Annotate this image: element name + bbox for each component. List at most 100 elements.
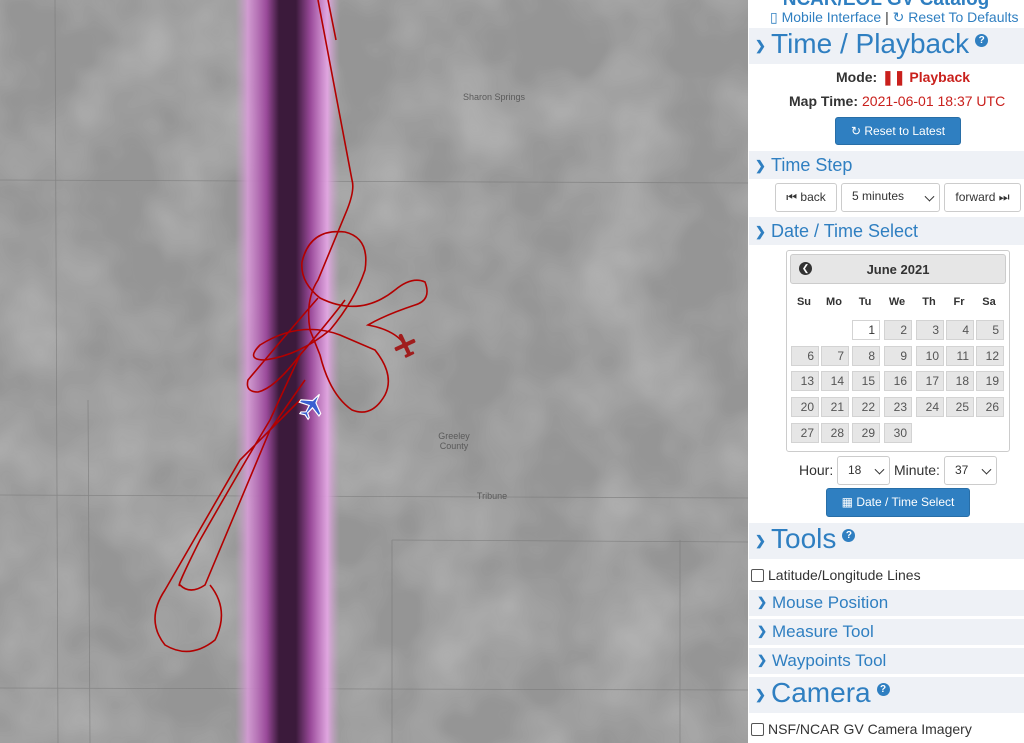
calendar-day[interactable]: 5 [976, 320, 1004, 340]
date-time-select-button[interactable]: ▦ Date / Time Select [826, 488, 970, 517]
map-label-greeley: Greeley [438, 431, 470, 441]
step-forward-button[interactable]: forward ⏭ [944, 183, 1021, 212]
calendar-day[interactable]: 7 [821, 346, 849, 366]
help-icon[interactable]: ? [842, 528, 856, 542]
time-step-select[interactable]: 5 minutes [841, 183, 940, 212]
weekday-0: Su [796, 296, 812, 308]
calendar-day[interactable]: 9 [884, 346, 912, 366]
calendar-day[interactable]: 21 [821, 397, 849, 417]
calendar-day[interactable]: 8 [852, 346, 880, 366]
calendar-day[interactable]: 3 [916, 320, 944, 340]
mobile-interface-link[interactable]: Mobile Interface [782, 9, 882, 25]
mouse-position-header[interactable]: ❯ Mouse Position [749, 590, 1024, 616]
latlon-label: Latitude/Longitude Lines [768, 567, 921, 583]
tools-title: Tools [771, 523, 837, 554]
reset-to-latest-label: Reset to Latest [864, 124, 946, 138]
measure-tool-header[interactable]: ❯ Measure Tool [749, 619, 1024, 645]
date-select-header[interactable]: ❯ Date / Time Select [749, 217, 1024, 245]
latlon-checkbox[interactable] [751, 569, 764, 582]
step-back-icon: ⏮ [786, 190, 798, 204]
help-icon[interactable]: ? [975, 33, 989, 47]
weekday-4: Th [922, 296, 936, 308]
time-step-header[interactable]: ❯ Time Step [749, 151, 1024, 179]
calendar-day[interactable]: 28 [821, 423, 849, 443]
mouse-position-title: Mouse Position [772, 593, 889, 612]
date-select-title: Date / Time Select [771, 221, 919, 241]
chevron-right-icon: ❯ [757, 624, 768, 638]
map-label-sharon-springs: Sharon Springs [462, 92, 526, 102]
chevron-down-icon: ❯ [755, 687, 766, 702]
step-back-label: back [800, 190, 826, 204]
calendar-day[interactable]: 10 [916, 346, 944, 366]
waypoints-tool-title: Waypoints Tool [772, 651, 887, 670]
measure-tool-title: Measure Tool [772, 622, 874, 641]
minute-select[interactable]: 37 [944, 456, 997, 485]
date-time-select-label: Date / Time Select [856, 495, 955, 509]
weekday-2: Tu [858, 296, 872, 308]
calendar-day[interactable]: 13 [791, 371, 819, 391]
waypoints-tool-header[interactable]: ❯ Waypoints Tool [749, 648, 1024, 674]
calendar-day[interactable]: 19 [976, 371, 1004, 391]
calendar-day[interactable]: 17 [916, 371, 944, 391]
camera-imagery-label: NSF/NCAR GV Camera Imagery [768, 721, 972, 737]
minute-value: 37 [955, 463, 969, 477]
calendar-month: June 2021 [866, 262, 930, 277]
calendar-day[interactable]: 4 [946, 320, 974, 340]
calendar-day[interactable]: 11 [946, 346, 974, 366]
top-links: ▯ Mobile Interface | ↻ Reset To Defaults [770, 9, 1019, 26]
calendar-day[interactable]: 22 [852, 397, 880, 417]
calendar-icon: ▦ [841, 495, 853, 509]
weekday-3: We [888, 296, 906, 308]
map-view[interactable]: Sharon Springs Greeley County Tribune [0, 0, 748, 743]
map-label-county: County [439, 441, 469, 451]
hour-value: 18 [848, 463, 862, 477]
chevron-down-icon [924, 191, 935, 202]
calendar-day[interactable]: 23 [884, 397, 912, 417]
chevron-right-icon: ❯ [757, 653, 768, 667]
camera-header[interactable]: ❯ Camera? [749, 677, 1024, 713]
chevron-down-icon: ❯ [755, 224, 766, 239]
map-canvas[interactable] [0, 0, 748, 743]
calendar-header: June 2021 ❮ [790, 254, 1006, 284]
calendar-day[interactable]: 15 [852, 371, 880, 391]
calendar-day[interactable]: 20 [791, 397, 819, 417]
reset-defaults-link[interactable]: Reset To Defaults [908, 9, 1018, 25]
calendar-day[interactable]: 2 [884, 320, 912, 340]
calendar: June 2021 ❮ Su Mo Tu We Th Fr Sa 1 2 3 4 5 6 7 8 9 10 11… [786, 250, 1010, 452]
weekday-6: Sa [982, 296, 996, 308]
calendar-day[interactable]: 6 [791, 346, 819, 366]
calendar-day[interactable]: 12 [976, 346, 1004, 366]
prev-month-icon[interactable]: ❮ [799, 262, 812, 275]
calendar-day[interactable]: 30 [884, 423, 912, 443]
calendar-day[interactable]: 1 [852, 320, 880, 340]
time-step-value: 5 minutes [852, 189, 905, 203]
chevron-down-icon: ❯ [755, 533, 766, 548]
step-back-button[interactable]: ⏮ back [775, 183, 837, 212]
refresh-icon: ↻ [850, 124, 861, 138]
map-time-value: 2021-06-01 18:37 UTC [862, 93, 1006, 109]
chevron-down-icon: ❯ [755, 38, 766, 53]
help-icon[interactable]: ? [876, 682, 890, 696]
chevron-down-icon: ❯ [755, 158, 766, 173]
camera-imagery-checkbox[interactable] [751, 723, 764, 736]
time-playback-header[interactable]: ❯ Time / Playback? [749, 28, 1024, 64]
calendar-day[interactable]: 18 [946, 371, 974, 391]
refresh-icon: ↻ [892, 9, 905, 25]
control-panel: NCAR/EOL GV Catalog ▯ Mobile Interface |… [748, 0, 1024, 743]
calendar-day[interactable]: 25 [946, 397, 974, 417]
calendar-day[interactable]: 26 [976, 397, 1004, 417]
calendar-day[interactable]: 14 [821, 371, 849, 391]
time-step-title: Time Step [771, 155, 853, 175]
chevron-down-icon [874, 464, 885, 475]
mode-value-text: Playback [909, 69, 971, 85]
tools-header[interactable]: ❯ Tools? [749, 523, 1024, 559]
minute-label: Minute: [894, 462, 940, 478]
chevron-right-icon: ❯ [757, 595, 768, 609]
hour-select[interactable]: 18 [837, 456, 890, 485]
calendar-day[interactable]: 29 [852, 423, 880, 443]
calendar-day[interactable]: 27 [791, 423, 819, 443]
reset-to-latest-button[interactable]: ↻ Reset to Latest [835, 117, 961, 145]
calendar-day[interactable]: 24 [916, 397, 944, 417]
weekday-5: Fr [953, 296, 965, 308]
calendar-day[interactable]: 16 [884, 371, 912, 391]
